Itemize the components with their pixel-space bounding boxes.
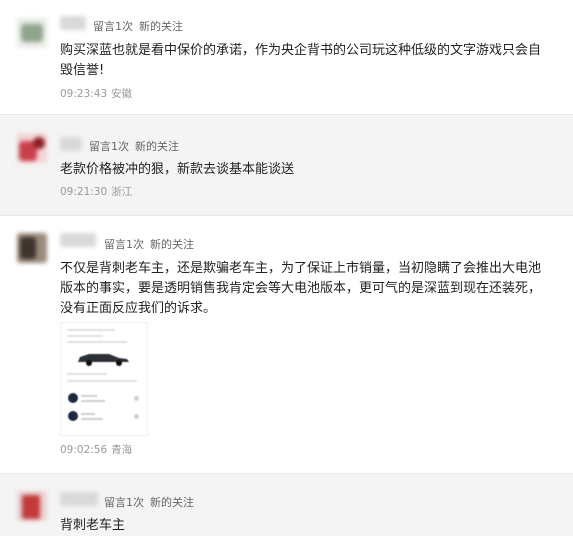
reply-count: 留言1次 [104,238,144,251]
comment-text: 不仅是背刺老车主，还是欺骗老车主，为了保证上市销量，当初隐瞒了会推出大电池版本的… [60,261,542,316]
username-blurred[interactable] [60,233,96,247]
comment-time: 09:02:56 青海 [60,442,132,457]
comment-meta: 留言1次 新的关注 [104,494,200,510]
comment-text: 老款价格被冲的狠，新款去谈基本能谈送 [60,162,295,177]
avatar[interactable] [17,18,47,48]
follow-tag: 新的关注 [135,140,179,153]
comment-item: 留言1次 新的关注 购买深蓝也就是看中保价的承诺，作为央企背书的公司玩这种低级的文… [0,0,573,114]
comment-item: 留言1次 新的关注 背刺老车主 [0,474,573,536]
comment-item: 留言1次 新的关注 老款价格被冲的狠，新款去谈基本能谈送 09:21:30 浙江 [0,115,573,215]
comment-time: 09:21:30 浙江 [60,184,132,199]
comment-meta: 留言1次 新的关注 [89,138,185,154]
reply-count: 留言1次 [104,496,144,509]
follow-tag: 新的关注 [139,20,183,33]
reply-count: 留言1次 [89,140,129,153]
avatar[interactable] [17,233,47,263]
location: 青海 [111,444,133,456]
avatar[interactable] [17,491,47,521]
username-blurred[interactable] [60,16,86,30]
avatar[interactable] [17,133,47,163]
username-blurred[interactable] [60,137,82,151]
car-image [78,354,129,366]
reply-count: 留言1次 [93,20,133,33]
comment-text: 购买深蓝也就是看中保价的承诺，作为央企背书的公司玩这种低级的文字游戏只会自毁信誉… [60,43,542,78]
comment-meta: 留言1次 新的关注 [104,236,200,252]
comment-text: 背刺老车主 [60,518,126,533]
location: 安徽 [111,88,133,100]
attachment-image[interactable] [60,322,148,436]
timestamp: 09:02:56 [60,444,108,456]
follow-tag: 新的关注 [150,496,194,509]
comment-time: 09:23:43 安徽 [60,86,132,101]
username-blurred[interactable] [60,492,98,506]
location: 浙江 [111,186,133,198]
timestamp: 09:21:30 [60,186,108,198]
comment-meta: 留言1次 新的关注 [93,18,189,34]
follow-tag: 新的关注 [150,238,194,251]
timestamp: 09:23:43 [60,88,108,100]
